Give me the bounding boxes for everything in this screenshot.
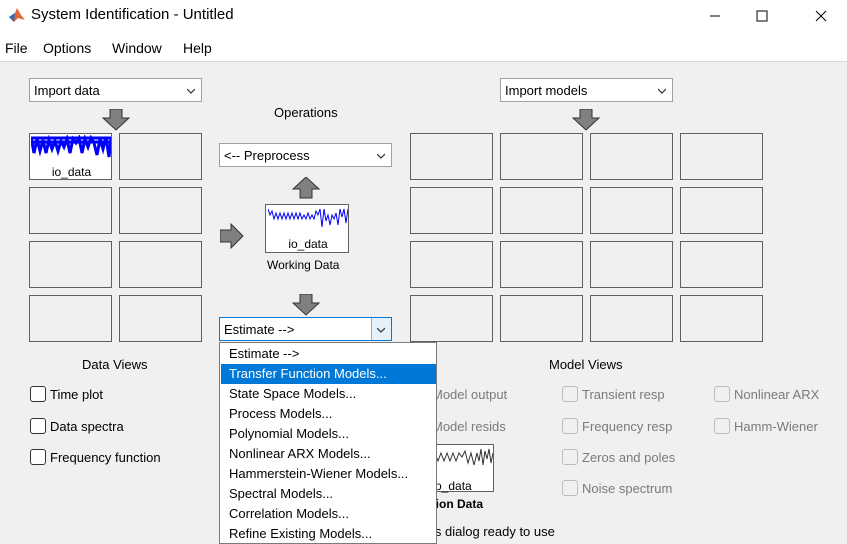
data-tile-empty[interactable]	[29, 295, 112, 342]
model-tile-empty[interactable]	[680, 241, 763, 288]
working-data-item: io_data	[288, 237, 328, 251]
arrow-up-icon	[292, 177, 320, 199]
data-tile-empty[interactable]	[119, 241, 202, 288]
frequency-resp-label: Frequency resp	[582, 419, 673, 434]
arrow-right-icon	[220, 223, 244, 249]
preprocess-dropdown[interactable]: <-- Preprocess	[219, 143, 392, 167]
model-tile-empty[interactable]	[680, 295, 763, 342]
menu-bar: File Options Window Help	[0, 32, 847, 62]
minimize-button[interactable]	[692, 0, 738, 32]
model-tile-empty[interactable]	[680, 187, 763, 234]
working-data-tile[interactable]: io_data	[265, 204, 349, 253]
maximize-icon	[756, 10, 768, 22]
model-views-label: Model Views	[549, 357, 623, 372]
menu-options[interactable]: Options	[43, 40, 91, 56]
maximize-button[interactable]	[739, 0, 785, 32]
model-output-label: Model output	[432, 387, 508, 402]
model-tile-empty[interactable]	[410, 187, 493, 234]
preprocess-value: <-- Preprocess	[224, 148, 310, 163]
chevron-down-icon	[658, 88, 666, 94]
nonlinear-arx-checkbox[interactable]	[714, 386, 730, 402]
chevron-down-icon	[377, 327, 385, 333]
estimate-option-state-space[interactable]: State Space Models...	[221, 384, 436, 404]
data-tile-label: io_data	[51, 165, 92, 179]
frequency-function-checkbox[interactable]	[30, 449, 46, 465]
noise-spectrum-label: Noise spectrum	[582, 481, 673, 496]
estimate-option-transfer-function[interactable]: Transfer Function Models...	[221, 364, 436, 384]
data-spectra-label: Data spectra	[50, 419, 124, 434]
estimate-option[interactable]: Estimate -->	[221, 344, 436, 364]
title-bar: System Identification - Untitled	[0, 0, 847, 32]
estimate-value: Estimate -->	[224, 322, 295, 337]
data-tile-empty[interactable]	[119, 133, 202, 180]
zeros-and-poles-checkbox[interactable]	[562, 449, 578, 465]
model-tile-empty[interactable]	[590, 295, 673, 342]
import-models-value: Import models	[505, 83, 588, 98]
data-views-label: Data Views	[82, 357, 148, 372]
minimize-icon	[710, 15, 720, 17]
menu-file[interactable]: File	[5, 40, 28, 56]
arrow-down-icon	[102, 109, 130, 131]
hamm-wiener-checkbox[interactable]	[714, 418, 730, 434]
signal-thumbnail-icon	[268, 208, 348, 228]
frequency-resp-checkbox[interactable]	[562, 418, 578, 434]
chevron-down-icon	[187, 88, 195, 94]
estimate-dropdown[interactable]: Estimate -->	[219, 317, 392, 341]
model-tile-empty[interactable]	[500, 133, 583, 180]
import-data-value: Import data	[34, 83, 100, 98]
time-plot-checkbox[interactable]	[30, 386, 46, 402]
nonlinear-arx-label: Nonlinear ARX	[734, 387, 820, 402]
data-tile-empty[interactable]	[29, 241, 112, 288]
zeros-and-poles-label: Zeros and poles	[582, 450, 676, 465]
hamm-wiener-label: Hamm-Wiener	[734, 419, 818, 434]
data-tile-empty[interactable]	[29, 187, 112, 234]
model-resids-label: Model resids	[432, 419, 506, 434]
estimate-option-hammerstein-wiener[interactable]: Hammerstein-Wiener Models...	[221, 464, 436, 484]
model-tile-empty[interactable]	[410, 133, 493, 180]
estimate-options-list: Estimate --> Transfer Function Models...…	[219, 342, 437, 544]
window-title: System Identification - Untitled	[31, 6, 234, 23]
matlab-app-icon	[9, 8, 25, 22]
data-spectra-checkbox[interactable]	[30, 418, 46, 434]
model-tile-empty[interactable]	[590, 133, 673, 180]
model-tile-empty[interactable]	[410, 295, 493, 342]
estimate-option-spectral[interactable]: Spectral Models...	[221, 484, 436, 504]
model-tile-empty[interactable]	[590, 241, 673, 288]
data-tile-io-data[interactable]: io_data	[29, 133, 112, 180]
model-tile-empty[interactable]	[590, 187, 673, 234]
import-models-dropdown[interactable]: Import models	[500, 78, 673, 102]
time-plot-label: Time plot	[50, 387, 103, 402]
estimate-option-polynomial[interactable]: Polynomial Models...	[221, 424, 436, 444]
model-tile-empty[interactable]	[500, 187, 583, 234]
menu-window[interactable]: Window	[112, 40, 162, 56]
status-text: is dialog ready to use	[432, 524, 555, 539]
arrow-down-icon	[572, 109, 600, 131]
transient-resp-label: Transient resp	[582, 387, 665, 402]
model-tile-empty[interactable]	[410, 241, 493, 288]
frequency-function-label: Frequency function	[50, 450, 161, 465]
estimate-option-refine-existing[interactable]: Refine Existing Models...	[221, 524, 436, 544]
chevron-down-icon	[377, 153, 385, 159]
estimate-option-nonlinear-arx[interactable]: Nonlinear ARX Models...	[221, 444, 436, 464]
signal-thumbnail-icon	[31, 135, 111, 158]
estimate-option-correlation[interactable]: Correlation Models...	[221, 504, 436, 524]
data-tile-empty[interactable]	[119, 295, 202, 342]
estimate-option-process[interactable]: Process Models...	[221, 404, 436, 424]
operations-label: Operations	[274, 105, 338, 120]
close-button[interactable]	[798, 0, 844, 32]
noise-spectrum-checkbox[interactable]	[562, 480, 578, 496]
model-tile-empty[interactable]	[680, 133, 763, 180]
import-data-dropdown[interactable]: Import data	[29, 78, 202, 102]
model-tile-empty[interactable]	[500, 295, 583, 342]
arrow-down-icon	[292, 294, 320, 316]
model-tile-empty[interactable]	[500, 241, 583, 288]
data-tile-empty[interactable]	[119, 187, 202, 234]
transient-resp-checkbox[interactable]	[562, 386, 578, 402]
close-icon	[815, 10, 827, 22]
menu-help[interactable]: Help	[183, 40, 212, 56]
signal-thumbnail-icon	[435, 448, 493, 466]
working-data-label: Working Data	[267, 258, 340, 272]
validation-data-item: o_data	[435, 479, 472, 493]
